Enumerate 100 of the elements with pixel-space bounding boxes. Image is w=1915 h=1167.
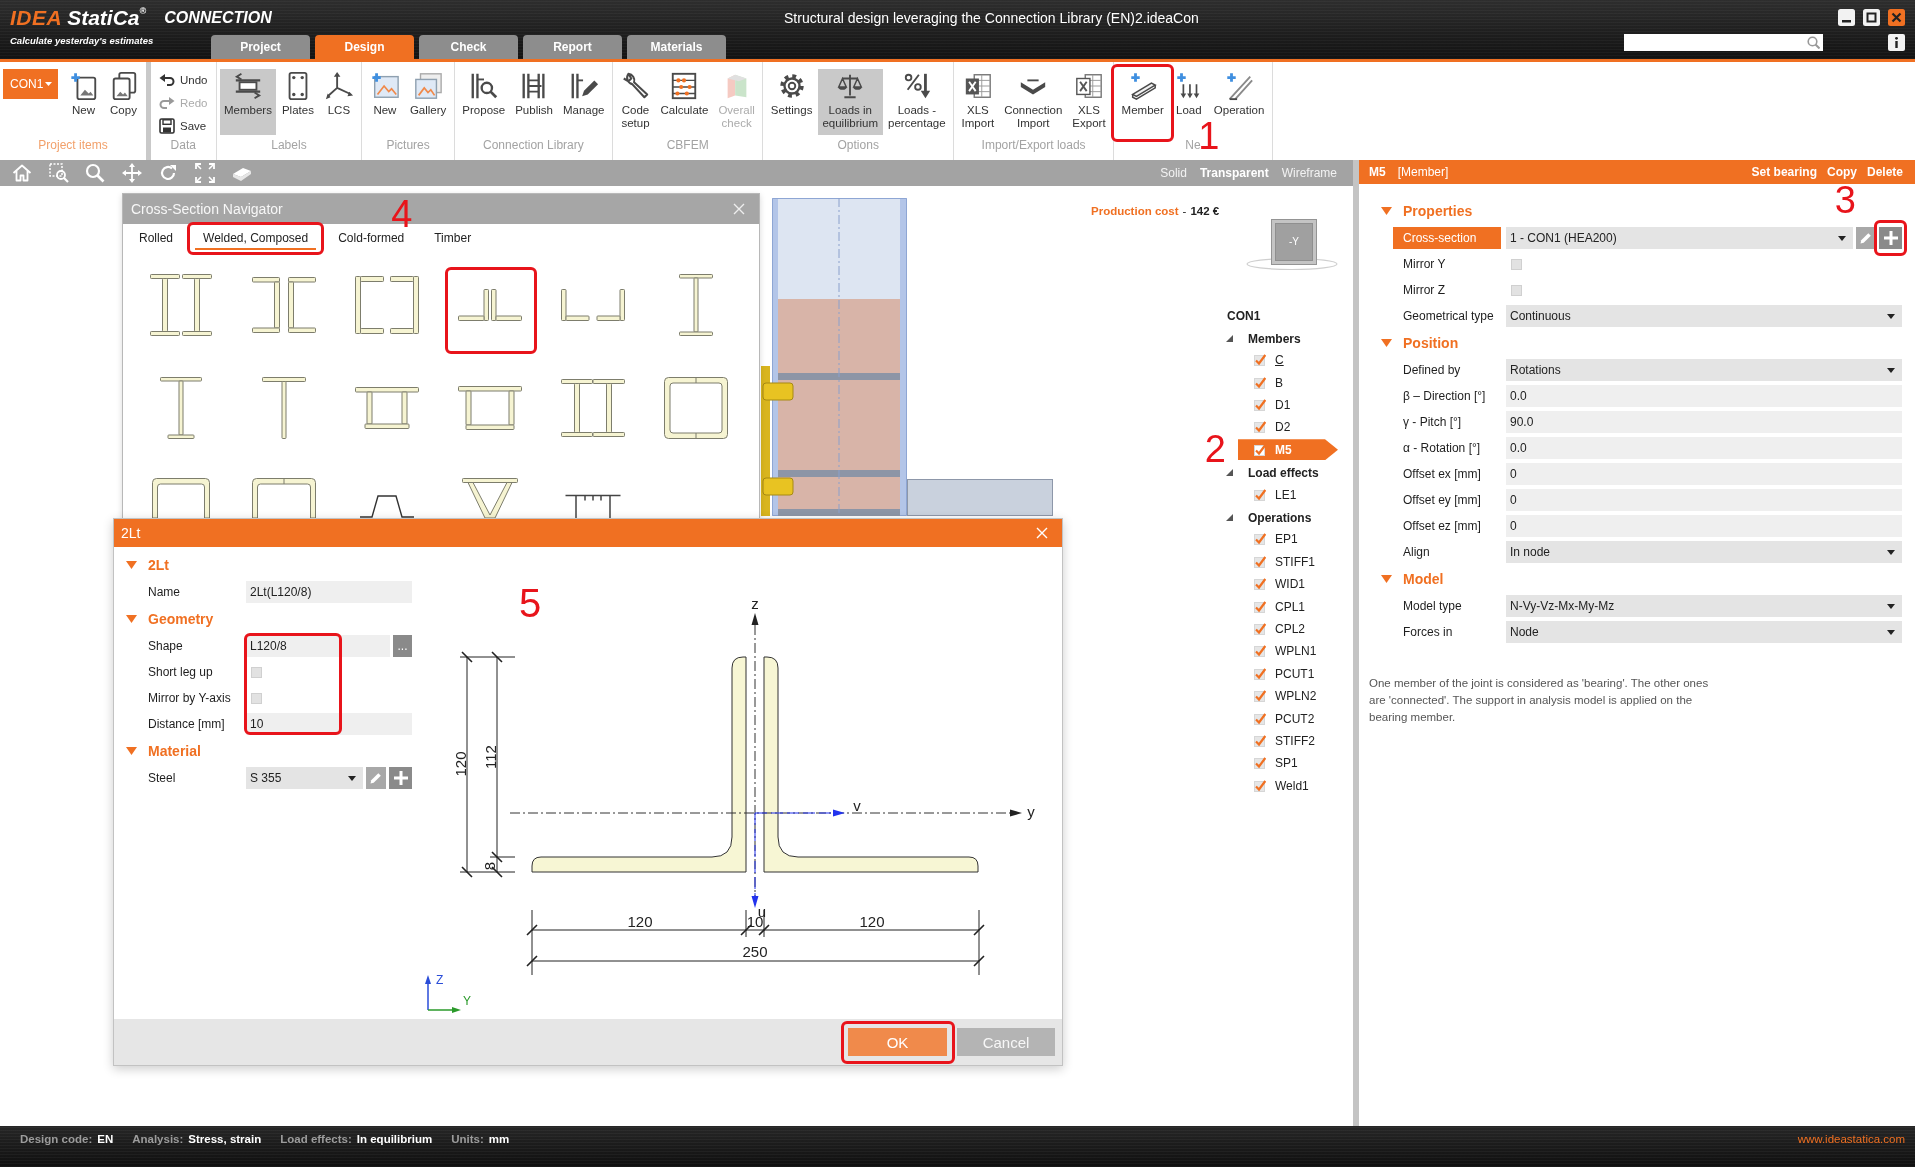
edit-button[interactable]: [366, 767, 386, 789]
maximize-icon[interactable]: [1863, 9, 1880, 26]
tree-item[interactable]: D2: [1238, 416, 1338, 438]
i-section-icon[interactable]: [679, 273, 713, 336]
save-button[interactable]: Save: [154, 115, 212, 137]
edit-button[interactable]: [1856, 227, 1876, 249]
members-button[interactable]: Members: [219, 69, 277, 135]
t-section-icon[interactable]: [262, 376, 306, 439]
member-button[interactable]: Member: [1117, 69, 1169, 135]
tree-item[interactable]: SP1: [1238, 752, 1338, 774]
tree-item[interactable]: C: [1238, 349, 1338, 371]
input-field[interactable]: 10: [246, 713, 412, 735]
close-icon[interactable]: [1888, 9, 1905, 26]
xls-import-button[interactable]: XLS Import: [957, 69, 999, 135]
checkbox[interactable]: [1511, 258, 1522, 270]
checkbox[interactable]: [1254, 578, 1266, 591]
checkbox[interactable]: [1254, 488, 1266, 501]
xls-export-button[interactable]: XLS Export: [1067, 69, 1111, 135]
input-field[interactable]: L120/8: [246, 635, 390, 657]
trapezoid-section-icon[interactable]: [359, 494, 415, 518]
input-field[interactable]: 0: [1506, 463, 1902, 485]
publish-button[interactable]: Publish: [510, 69, 558, 135]
tree-item[interactable]: PCUT2: [1238, 708, 1338, 730]
search-field[interactable]: [1624, 34, 1823, 51]
manage-button[interactable]: Manage: [558, 69, 609, 135]
expand-icon[interactable]: [194, 163, 215, 183]
move-icon[interactable]: [121, 163, 142, 183]
checkbox[interactable]: [1254, 667, 1266, 680]
tree-item[interactable]: WPLN2: [1238, 685, 1338, 707]
i-section-icon[interactable]: [160, 376, 202, 439]
flanged-box-icon[interactable]: [458, 385, 522, 430]
input-field[interactable]: 0: [1506, 515, 1902, 537]
dropdown[interactable]: In node: [1506, 541, 1902, 563]
flanged-box-icon[interactable]: [355, 386, 419, 429]
code-setup-button[interactable]: Code setup: [615, 69, 655, 135]
expand-triangle-icon[interactable]: [1226, 335, 1233, 343]
tree-item[interactable]: STIFF1: [1238, 551, 1338, 573]
copy-button[interactable]: Copy: [104, 69, 143, 135]
rounded-box-icon[interactable]: [252, 478, 316, 518]
rotate-icon[interactable]: [158, 163, 179, 183]
checkbox[interactable]: [1254, 645, 1266, 658]
checkbox[interactable]: [1254, 757, 1266, 770]
dropdown[interactable]: Node: [1506, 621, 1902, 643]
back-to-back-channels-icon[interactable]: [252, 276, 316, 333]
dropdown[interactable]: Continuous: [1506, 305, 1902, 327]
tree-item[interactable]: CPL1: [1238, 596, 1338, 618]
tree-item[interactable]: Weld1: [1238, 775, 1338, 797]
checkbox[interactable]: [1254, 690, 1266, 703]
double-i-section-icon[interactable]: [561, 378, 625, 437]
add-button[interactable]: [1879, 227, 1902, 249]
zoom-icon[interactable]: [85, 163, 106, 183]
website-link[interactable]: www.ideastatica.com: [1797, 1133, 1905, 1145]
tree-item[interactable]: CPL2: [1238, 618, 1338, 640]
propose-button[interactable]: Propose: [457, 69, 510, 135]
checkbox[interactable]: [1254, 399, 1266, 412]
tree-item[interactable]: B: [1238, 372, 1338, 394]
undo-button[interactable]: Undo: [154, 69, 213, 91]
input-field[interactable]: 90.0: [1506, 411, 1902, 433]
add-button[interactable]: [389, 767, 412, 789]
category-tab[interactable]: Rolled: [131, 227, 182, 250]
checkbox[interactable]: [1254, 734, 1266, 747]
tree-group[interactable]: Members: [1222, 327, 1301, 350]
checkbox[interactable]: [1511, 284, 1522, 296]
input-field[interactable]: 0: [1506, 489, 1902, 511]
channel-box-icon[interactable]: [355, 275, 419, 334]
checkbox[interactable]: [1254, 622, 1266, 635]
checkbox[interactable]: [1254, 443, 1266, 456]
angle-pair-icon[interactable]: [561, 288, 625, 321]
zoom-window-icon[interactable]: [48, 163, 69, 183]
tree-item[interactable]: WID1: [1238, 573, 1338, 595]
category-tab[interactable]: Welded, Composed: [195, 227, 317, 250]
checkbox[interactable]: [1254, 712, 1266, 725]
home-icon[interactable]: [12, 163, 32, 183]
checkbox[interactable]: [251, 666, 262, 678]
lcs-button[interactable]: LCS: [319, 69, 359, 135]
input-field[interactable]: 0.0: [1506, 437, 1902, 459]
double-angle-icon[interactable]: [458, 288, 522, 321]
ribbed-plate-icon[interactable]: [565, 494, 621, 518]
category-tab[interactable]: Timber: [426, 227, 480, 250]
checkbox[interactable]: [1254, 779, 1266, 792]
input-field[interactable]: 2Lt(L120/8): [246, 581, 412, 603]
dropdown[interactable]: N-Vy-Vz-Mx-My-Mz: [1506, 595, 1902, 617]
tree-item[interactable]: STIFF2: [1238, 730, 1338, 752]
picture-button[interactable]: New: [365, 69, 405, 135]
gallery-button[interactable]: Gallery: [405, 69, 451, 135]
connection-import-button[interactable]: Connection Import: [999, 69, 1067, 135]
checkbox[interactable]: [1254, 600, 1266, 613]
rounded-box-icon[interactable]: [664, 376, 728, 439]
tree-item[interactable]: D1: [1238, 394, 1338, 416]
checkbox[interactable]: [1254, 421, 1266, 434]
checkbox[interactable]: [1254, 354, 1266, 367]
minimize-icon[interactable]: [1838, 9, 1855, 26]
plates-button[interactable]: Plates: [277, 69, 319, 135]
double-i-section-icon[interactable]: [150, 273, 212, 336]
expand-triangle-icon[interactable]: [1226, 514, 1233, 522]
calculate-button[interactable]: Calculate: [655, 69, 713, 135]
checkbox[interactable]: [1254, 376, 1266, 389]
dropdown[interactable]: S 355: [246, 767, 363, 789]
tree-item[interactable]: PCUT1: [1238, 663, 1338, 685]
rounded-box-icon[interactable]: [152, 478, 210, 518]
